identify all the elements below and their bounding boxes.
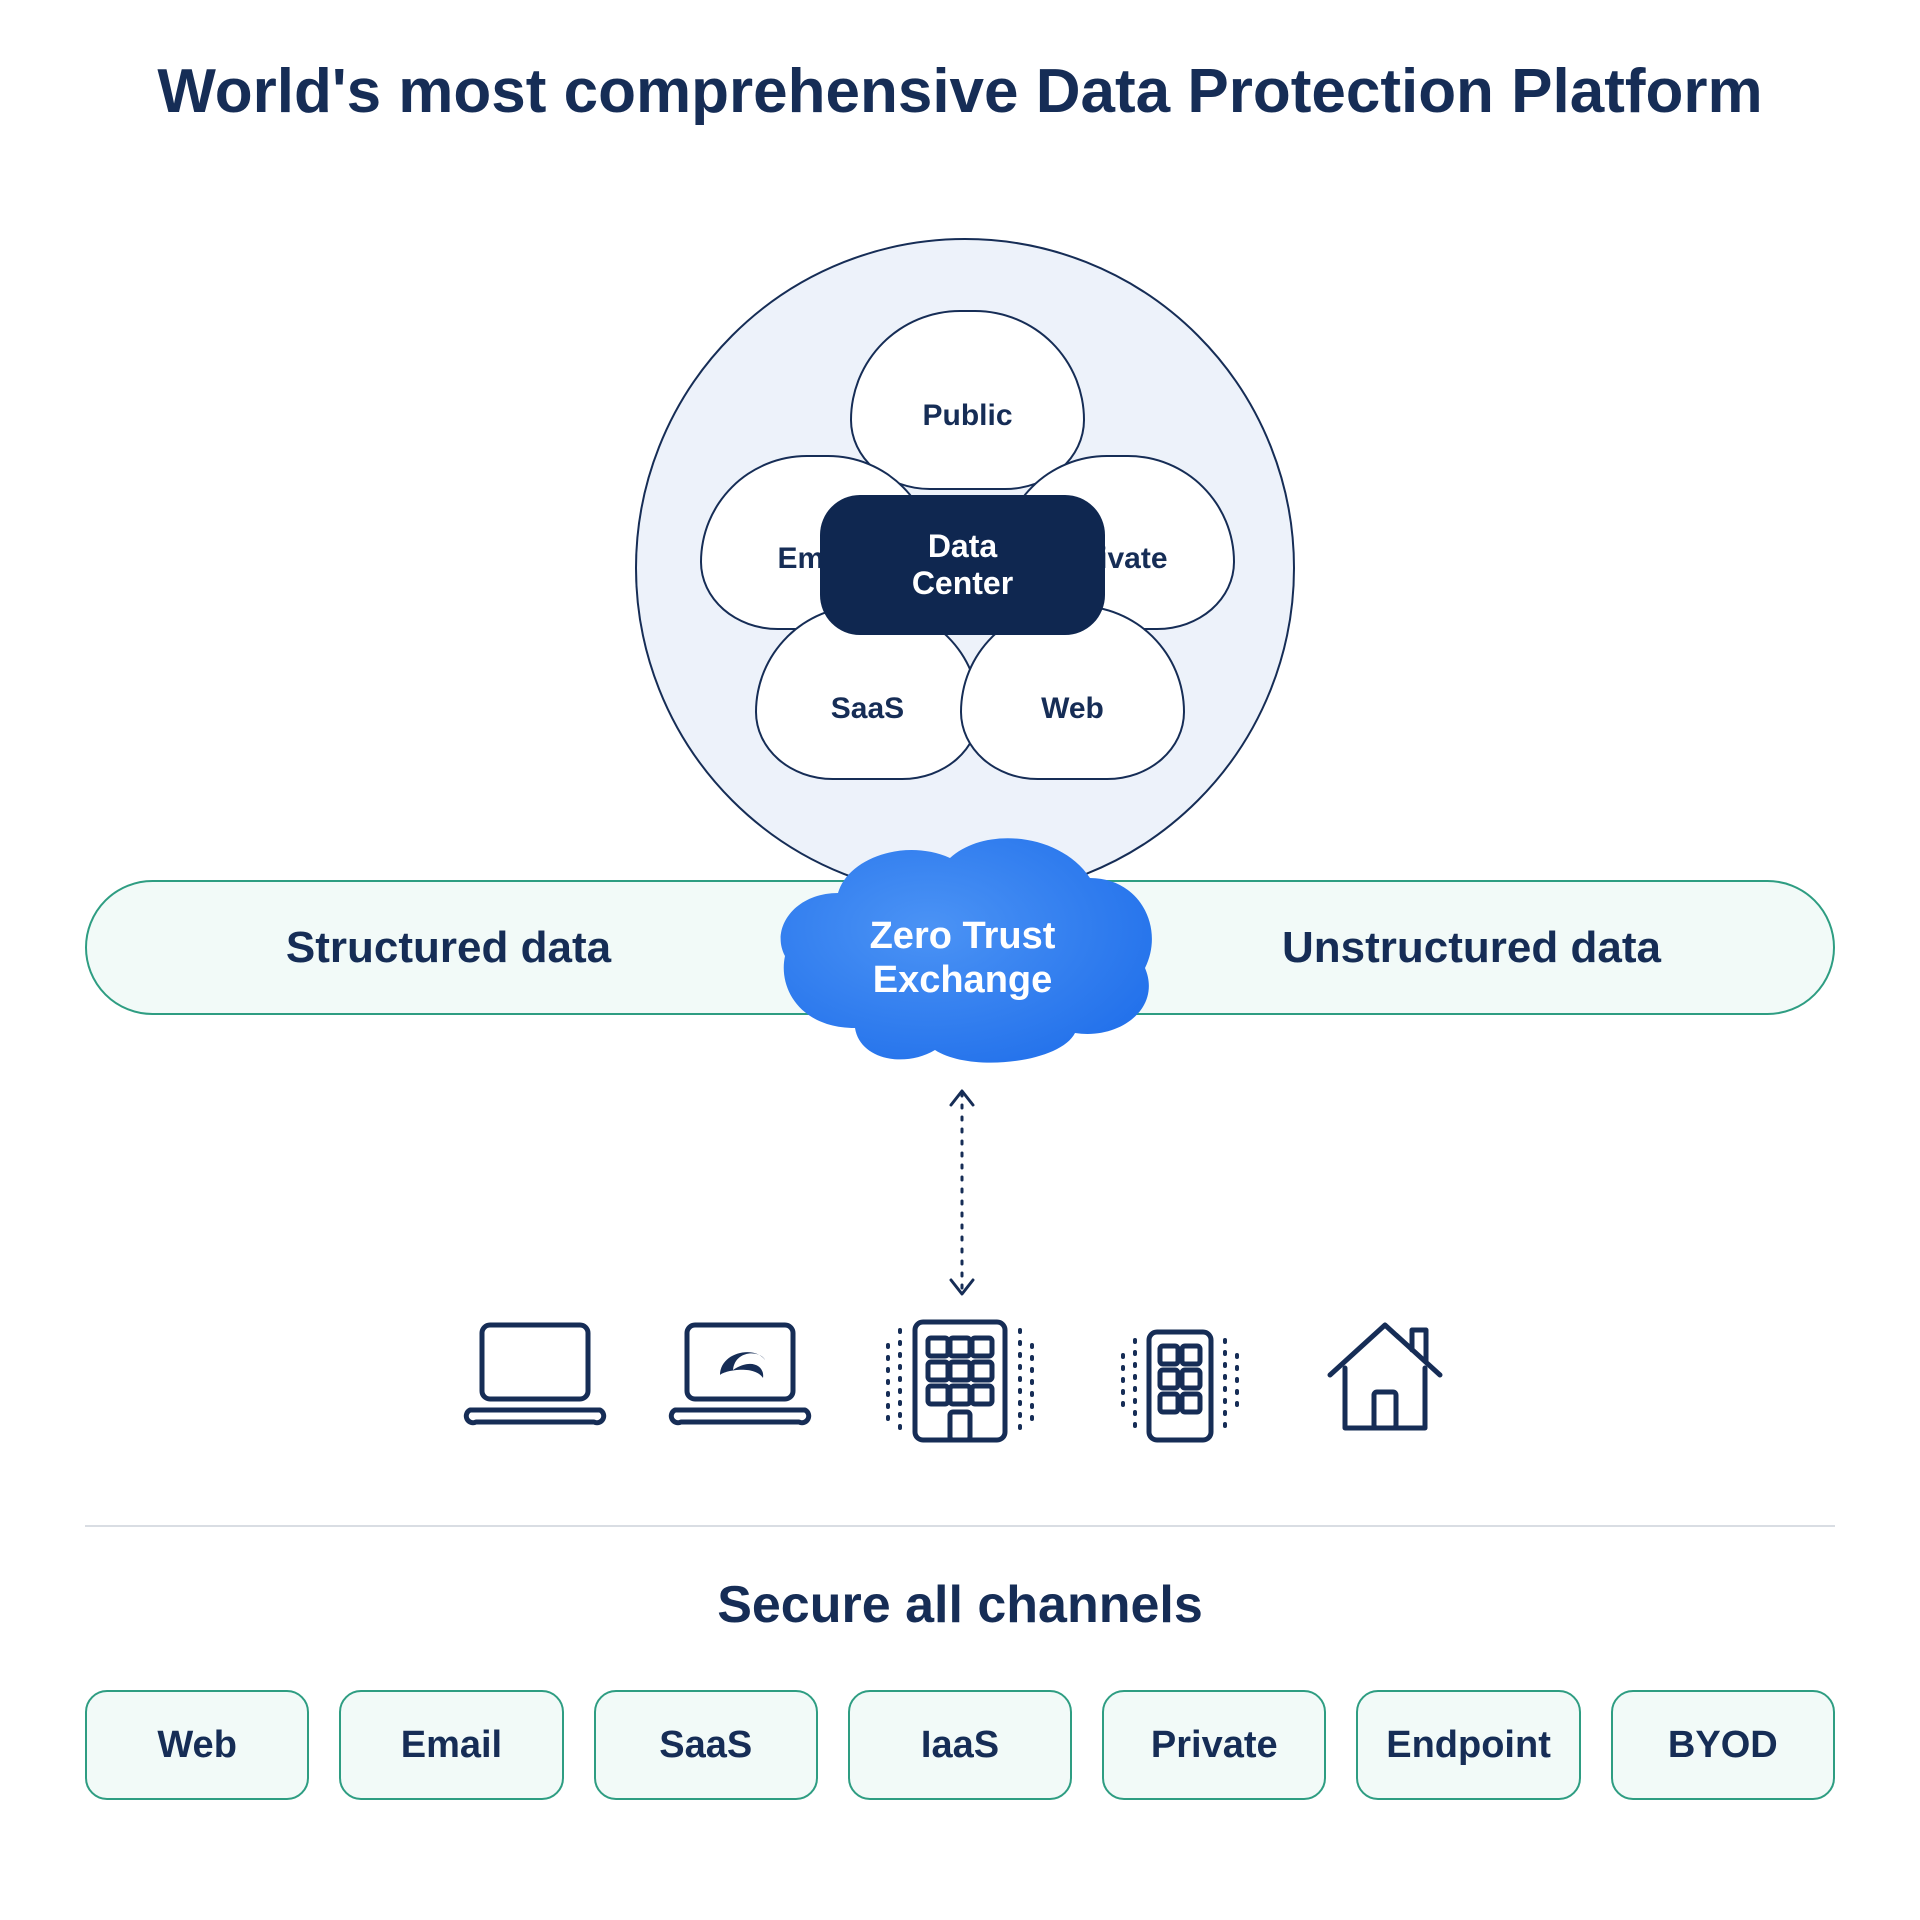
channel-saas: SaaS [594, 1690, 818, 1800]
channel-saas-label: SaaS [659, 1724, 752, 1767]
channel-email: Email [339, 1690, 563, 1800]
page-title: World's most comprehensive Data Protecti… [0, 55, 1920, 129]
channel-byod-label: BYOD [1668, 1724, 1778, 1767]
bidirectional-arrow-icon [947, 1085, 977, 1300]
channel-endpoint-label: Endpoint [1386, 1724, 1551, 1767]
office-large-icon [870, 1310, 1050, 1450]
channel-private-label: Private [1151, 1724, 1278, 1767]
channel-web-label: Web [157, 1724, 237, 1767]
cloud-web-label: Web [1041, 692, 1104, 726]
channel-byod: BYOD [1611, 1690, 1835, 1800]
channel-web: Web [85, 1690, 309, 1800]
structured-data-label: Structured data [87, 923, 810, 973]
channel-email-label: Email [401, 1724, 502, 1767]
cloud-public: Public [850, 310, 1085, 490]
channels-row: Web Email SaaS IaaS Private Endpoint BYO… [85, 1690, 1835, 1800]
laptop-brand-icon [665, 1310, 815, 1430]
home-icon [1310, 1310, 1460, 1440]
divider [85, 1525, 1835, 1527]
laptop-icon [460, 1310, 610, 1430]
data-center-pill: Data Center [820, 495, 1105, 635]
secure-channels-title: Secure all channels [0, 1575, 1920, 1635]
diagram-root: World's most comprehensive Data Protecti… [0, 0, 1920, 1920]
channel-endpoint: Endpoint [1356, 1690, 1580, 1800]
data-center-label: Data Center [912, 528, 1013, 602]
zero-trust-exchange-cloud: Zero Trust Exchange document.querySelect… [760, 828, 1165, 1073]
cloud-public-label: Public [922, 399, 1012, 433]
unstructured-data-label: Unstructured data [1110, 923, 1833, 973]
channel-private: Private [1102, 1690, 1326, 1800]
office-small-icon [1105, 1310, 1255, 1450]
endpoint-icon-row [0, 1310, 1920, 1450]
zero-trust-exchange-label: Zero Trust Exchange [870, 915, 1056, 1002]
channel-iaas: IaaS [848, 1690, 1072, 1800]
cloud-saas-label: SaaS [831, 692, 904, 726]
channel-iaas-label: IaaS [921, 1724, 999, 1767]
